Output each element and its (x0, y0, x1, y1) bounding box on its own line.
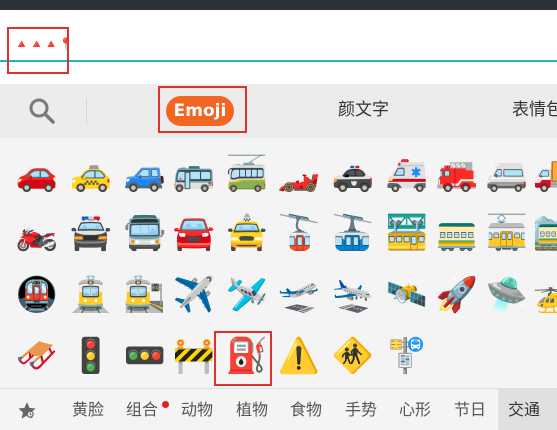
category-4[interactable]: 植物 (236, 399, 268, 421)
favorites-star-icon[interactable] (16, 400, 38, 422)
emoji-key[interactable]: 🚞 (532, 211, 557, 255)
tab-divider (86, 98, 87, 124)
emoji-key[interactable]: 🛫 (277, 273, 321, 317)
emoji-key[interactable]: 🚘 (172, 211, 216, 255)
notification-dot (162, 401, 169, 408)
emoji-key[interactable]: 🛸 (485, 273, 529, 317)
tab-kaomoji[interactable]: 颜文字 (338, 98, 389, 122)
emoji-key[interactable]: 🚙 (123, 152, 167, 196)
emoji-key[interactable]: 🚍 (123, 211, 167, 255)
emoji-tab-bar: Emoji 颜文字 表情包 (0, 84, 557, 138)
emoji-key[interactable]: ⚠️ (277, 334, 321, 378)
emoji-grid: 🚗 🚕 🚙 🚌 🚎 🏎️ 🚓 🚑 🚒 🚐 🚚 🏍️ 🚔 🚍 🚘 🚖 🚡 🚠 🚟 🚃 🚋 🚞 🚇 🚊 🚉 ✈️ 🛩️ 🛫 🛬 🛰️ 🚀 🛸 🚁 🛷 🚦… (0, 138, 557, 388)
input-underline (0, 60, 557, 62)
emoji-key[interactable]: 🛰️ (385, 273, 429, 317)
emoji-key[interactable]: 🚔 (69, 211, 113, 255)
category-1[interactable]: 黄脸 (72, 399, 104, 421)
category-bar: 黄脸 组合 动物 植物 食物 手势 心形 节日 交通 (0, 388, 557, 430)
search-icon[interactable] (27, 96, 57, 126)
emoji-key[interactable]: 🚓 (331, 152, 375, 196)
emoji-key[interactable]: 🚇 (15, 273, 59, 317)
emoji-key[interactable]: 🛩️ (225, 273, 269, 317)
emoji-key[interactable]: 🚧 (172, 334, 216, 378)
emoji-key[interactable]: ✈️ (172, 273, 216, 317)
emoji-key[interactable]: 🚌 (172, 152, 216, 196)
emoji-key[interactable]: 🚟 (385, 211, 429, 255)
input-text[interactable]: 🔺🔺🔺📍 (14, 37, 74, 51)
emoji-key[interactable]: 🚖 (225, 211, 269, 255)
category-3[interactable]: 动物 (181, 399, 213, 421)
category-7[interactable]: 心形 (399, 399, 431, 421)
emoji-key[interactable]: 🏎️ (277, 152, 321, 196)
emoji-key[interactable]: 🚦 (69, 334, 113, 378)
emoji-key[interactable]: 🚃 (435, 211, 479, 255)
emoji-key[interactable]: 🛷 (15, 334, 59, 378)
tab-emoji[interactable]: Emoji (166, 96, 234, 126)
emoji-key[interactable]: 🚒 (435, 152, 479, 196)
input-area[interactable]: 🔺🔺🔺📍 (0, 10, 557, 84)
emoji-key[interactable]: 🚏 (385, 334, 429, 378)
emoji-key[interactable]: 🚐 (485, 152, 529, 196)
emoji-key[interactable]: 🚚 (532, 152, 557, 196)
emoji-key[interactable]: 🚡 (277, 211, 321, 255)
emoji-key[interactable]: 🚎 (225, 152, 269, 196)
emoji-key[interactable]: 🚁 (532, 273, 557, 317)
emoji-key[interactable]: 🚋 (485, 211, 529, 255)
emoji-key[interactable]: 🚗 (15, 152, 59, 196)
emoji-key[interactable]: 🛬 (331, 273, 375, 317)
category-2[interactable]: 组合 (126, 399, 158, 421)
category-6[interactable]: 手势 (345, 399, 377, 421)
top-status-strip (0, 0, 557, 10)
emoji-key[interactable]: 🚕 (69, 152, 113, 196)
emoji-key[interactable]: 🏍️ (15, 211, 59, 255)
emoji-key[interactable]: 🚥 (123, 334, 167, 378)
category-8[interactable]: 节日 (454, 399, 486, 421)
emoji-key[interactable]: ⛽ (225, 334, 269, 378)
emoji-key[interactable]: 🚠 (331, 211, 375, 255)
emoji-key[interactable]: 🚉 (123, 273, 167, 317)
category-5[interactable]: 食物 (290, 399, 322, 421)
category-9[interactable]: 交通 (508, 399, 540, 421)
emoji-key[interactable]: 🚑 (385, 152, 429, 196)
emoji-key[interactable]: 🚀 (435, 273, 479, 317)
emoji-key[interactable]: 🚊 (69, 273, 113, 317)
emoji-key[interactable]: 🚸 (331, 334, 375, 378)
tab-stickers[interactable]: 表情包 (512, 98, 557, 122)
